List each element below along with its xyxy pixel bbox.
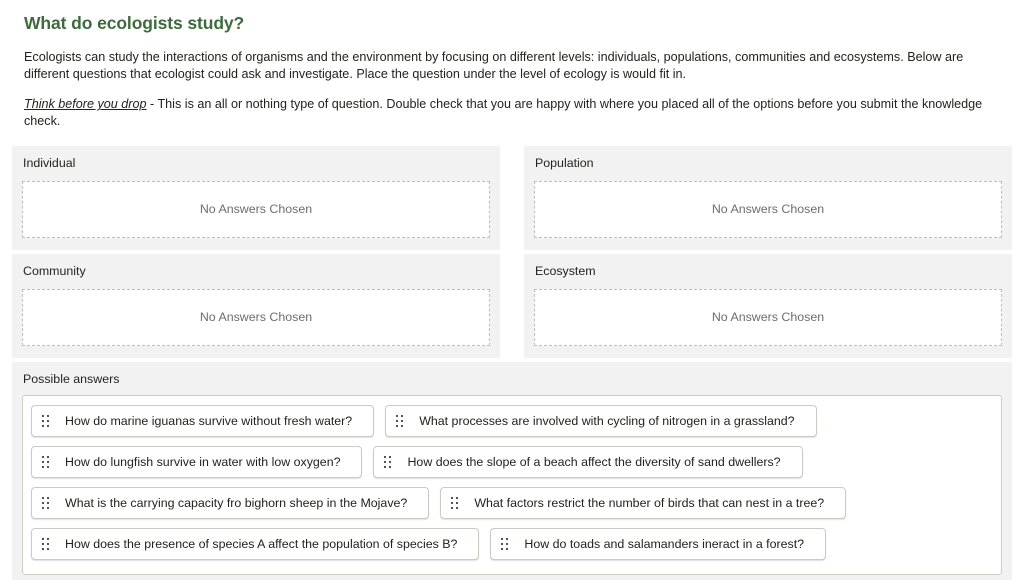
answer-item-label: How do marine iguanas survive without fr… — [65, 414, 353, 429]
answer-item-label: What is the carrying capacity fro bighor… — [65, 496, 408, 511]
drop-zone-cell-individual: Individual No Answers Chosen — [0, 145, 512, 250]
drop-zone-label-individual: Individual — [23, 155, 76, 170]
answer-item-label: How do toads and salamanders ineract in … — [524, 537, 805, 552]
drop-zone-panel-community: Community No Answers Chosen — [12, 253, 500, 358]
possible-answers-list: How do marine iguanas survive without fr… — [31, 405, 993, 561]
drop-target-placeholder-ecosystem: No Answers Chosen — [711, 310, 825, 325]
drag-handle-icon[interactable] — [384, 456, 392, 469]
drop-zone-cell-population: Population No Answers Chosen — [512, 145, 1024, 250]
drag-handle-icon[interactable] — [42, 415, 49, 428]
answer-item[interactable]: How does the slope of a beach affect the… — [373, 446, 803, 479]
drop-zone-cell-community: Community No Answers Chosen — [0, 253, 512, 358]
drop-zone-cell-ecosystem: Ecosystem No Answers Chosen — [512, 253, 1024, 358]
drop-zone-panel-ecosystem: Ecosystem No Answers Chosen — [524, 253, 1012, 358]
drop-target-placeholder-population: No Answers Chosen — [711, 202, 825, 217]
drag-handle-icon[interactable] — [396, 415, 404, 428]
answer-item-label: How does the slope of a beach affect the… — [407, 455, 781, 470]
drop-zone-label-population: Population — [535, 155, 594, 170]
page-title: What do ecologists study? — [24, 13, 245, 33]
drop-zone-grid: Individual No Answers Chosen Population … — [0, 145, 1024, 358]
warning-paragraph-rest: - This is an all or nothing type of ques… — [24, 97, 983, 129]
answer-item[interactable]: How do marine iguanas survive without fr… — [31, 405, 375, 438]
think-before-you-drop-emphasis: Think before you drop — [24, 97, 147, 112]
answer-item-label: How do lungfish survive in water with lo… — [65, 455, 341, 470]
possible-answers-bank[interactable]: How do marine iguanas survive without fr… — [22, 395, 1002, 576]
answer-item[interactable]: What is the carrying capacity fro bighor… — [31, 487, 430, 520]
drag-handle-icon[interactable] — [42, 497, 49, 510]
drop-target-community[interactable]: No Answers Chosen — [22, 288, 490, 346]
drop-target-placeholder-individual: No Answers Chosen — [199, 202, 313, 217]
drop-zone-label-ecosystem: Ecosystem — [535, 263, 596, 278]
answer-item-label: What factors restrict the number of bird… — [474, 496, 825, 511]
knowledge-check-page: What do ecologists study? Ecologists can… — [0, 0, 1024, 580]
answer-item-label: What processes are involved with cycling… — [419, 414, 795, 429]
drop-zone-label-community: Community — [23, 263, 86, 278]
answer-item[interactable]: What factors restrict the number of bird… — [440, 487, 847, 520]
drag-handle-icon[interactable] — [501, 538, 509, 551]
answer-item-label: How does the presence of species A affec… — [65, 537, 458, 552]
drop-zone-panel-population: Population No Answers Chosen — [524, 145, 1012, 250]
answer-item[interactable]: How do toads and salamanders ineract in … — [490, 528, 827, 561]
drag-handle-icon[interactable] — [42, 538, 49, 551]
possible-answers-label: Possible answers — [23, 371, 120, 386]
answer-item[interactable]: How do lungfish survive in water with lo… — [31, 446, 363, 479]
intro-paragraph: Ecologists can study the interactions of… — [24, 49, 964, 81]
answer-item[interactable]: How does the presence of species A affec… — [31, 528, 480, 561]
drop-target-placeholder-community: No Answers Chosen — [199, 310, 313, 325]
drop-target-individual[interactable]: No Answers Chosen — [22, 180, 490, 238]
warning-paragraph: Think before you drop - This is an all o… — [24, 96, 1000, 129]
drag-handle-icon[interactable] — [42, 456, 49, 469]
possible-answers-panel: Possible answers How do marine iguanas s… — [12, 361, 1012, 580]
answer-item[interactable]: What processes are involved with cycling… — [385, 405, 817, 438]
drop-zone-panel-individual: Individual No Answers Chosen — [12, 145, 500, 250]
drag-handle-icon[interactable] — [451, 497, 459, 510]
drop-target-ecosystem[interactable]: No Answers Chosen — [534, 288, 1002, 346]
header-block: What do ecologists study? Ecologists can… — [0, 0, 1024, 130]
drop-target-population[interactable]: No Answers Chosen — [534, 180, 1002, 238]
